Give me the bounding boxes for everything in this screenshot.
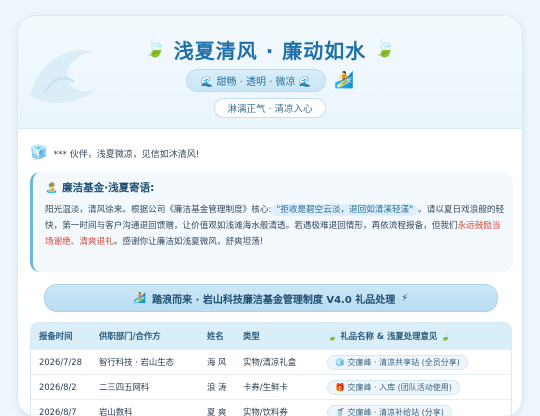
dept-cell: 岩山数科 — [91, 406, 199, 416]
gift-icon: 🥤 — [335, 408, 345, 416]
dept-cell: 二三四五网科 — [91, 381, 199, 393]
tagline-pill: 🌊 甜畅 · 透明 · 微凉 🌊 — [186, 69, 326, 92]
message-title: 🏝️ 廉洁基金·浅夏寄语: — [45, 180, 154, 195]
gift-text: 交廉峰 · 清凉补给站 (分享) — [348, 408, 444, 416]
table-row: 2026/8/7 岩山数科 夏 爽 实物/饮料券 🥤 交廉峰 · 清凉补给站 (… — [31, 399, 511, 416]
column-header: 类型 — [235, 330, 319, 342]
page-title: 浅夏清风 · 廉动如水 — [174, 35, 367, 64]
gift-cell: 🎁 交廉峰 · 入库 (团队活动使用) — [319, 380, 511, 395]
table-header: 报备时间 供职部门/合作方 姓名 类型 🍃 礼品名称 & 浅夏处理意见 🍃 — [31, 323, 511, 349]
type-cell: 卡券/生鲜卡 — [235, 381, 319, 393]
notice-card: 🍃 浅夏清风 · 廉动如水 🍃 🌊 甜畅 · 透明 · 微凉 🌊 🏄 淋漓正气 … — [18, 16, 522, 416]
gift-table: 报备时间 供职部门/合作方 姓名 类型 🍃 礼品名称 & 浅夏处理意见 🍃 20… — [30, 322, 512, 416]
name-cell: 夏 爽 — [199, 406, 235, 416]
message-text: 。感谢你让廉洁如浅夏微风，舒爽坦荡! — [114, 237, 264, 247]
ice-cube-icon: 🧊 — [30, 145, 47, 161]
leaf-icon: 🍃 — [374, 41, 395, 58]
gift-icon: 🧊 — [335, 358, 345, 367]
message-body: 阳光温淡，清风徐来。根据公司《廉洁基金管理制度》核心:"拒收是碧空云淡，退回如清… — [45, 202, 505, 250]
surfer-icon: 🏄 — [134, 293, 146, 304]
hero-header: 🍃 浅夏清风 · 廉动如水 🍃 🌊 甜畅 · 透明 · 微凉 🌊 🏄 淋漓正气 … — [18, 16, 522, 129]
gift-cell: 🧊 交廉峰 · 清凉共享站 (全员分享) — [319, 355, 511, 370]
date-cell: 2026/7/28 — [31, 357, 91, 367]
type-cell: 实物/清凉礼盒 — [235, 356, 319, 368]
message-box: 🏝️ 廉洁基金·浅夏寄语: 阳光温淡，清风徐来。根据公司《廉洁基金管理制度》核心… — [30, 172, 513, 272]
name-cell: 浪 涛 — [199, 381, 235, 393]
column-header: 🍃 礼品名称 & 浅夏处理意见 🍃 — [319, 330, 511, 342]
gift-pill: 🥤 交廉峰 · 清凉补给站 (分享) — [327, 405, 452, 416]
tagline-row: 🌊 甜畅 · 透明 · 微凉 🌊 🏄 — [18, 68, 522, 92]
surfer-icon: 🏄 — [334, 72, 354, 88]
table-row: 2026/8/2 二三四五网科 浪 涛 卡券/生鲜卡 🎁 交廉峰 · 入库 (团… — [31, 374, 511, 399]
table-row: 2026/7/28 智行科技 · 岩山生态 海 风 实物/清凉礼盒 🧊 交廉峰 … — [31, 349, 511, 374]
gift-pill: 🎁 交廉峰 · 入库 (团队活动使用) — [327, 380, 460, 395]
banner-text: 踏浪而来 · 岩山科技廉洁基金管理制度 V4.0 礼品处理 — [152, 291, 395, 306]
section-banner: 🏄 踏浪而来 · 岩山科技廉洁基金管理制度 V4.0 礼品处理 ⚡ — [44, 284, 498, 312]
title-row: 🍃 浅夏清风 · 廉动如水 🍃 — [18, 36, 522, 62]
message-text: 阳光温淡，清风徐来。根据公司《廉洁基金管理制度》核心: — [45, 205, 271, 215]
lightning-icon: ⚡ — [401, 293, 408, 304]
gift-text: 交廉峰 · 入库 (团队活动使用) — [348, 383, 452, 392]
island-icon: 🏝️ — [45, 181, 58, 194]
name-cell: 海 风 — [199, 356, 235, 368]
column-header: 姓名 — [199, 330, 235, 342]
gift-cell: 🥤 交廉峰 · 清凉补给站 (分享) — [319, 405, 511, 416]
slogan-pill: 淋漓正气 · 清凉入心 — [214, 98, 325, 118]
date-cell: 2026/8/2 — [31, 382, 91, 392]
column-header: 供职部门/合作方 — [91, 330, 199, 342]
dept-cell: 智行科技 · 岩山生态 — [91, 356, 199, 368]
column-header: 报备时间 — [31, 330, 91, 342]
greeting: 🧊 *** 伙伴，浅夏微凉，见信如沐清风! — [30, 144, 199, 162]
date-cell: 2026/8/7 — [31, 407, 91, 416]
slogan-row: 淋漓正气 · 清凉入心 — [18, 98, 522, 118]
greeting-text: *** 伙伴，浅夏微凉，见信如沐清风! — [53, 147, 199, 160]
leaf-icon: 🍃 — [145, 41, 166, 58]
type-cell: 实物/饮料券 — [235, 406, 319, 416]
message-title-text: 廉洁基金·浅夏寄语: — [62, 180, 154, 195]
gift-icon: 🎁 — [335, 383, 345, 392]
gift-pill: 🧊 交廉峰 · 清凉共享站 (全员分享) — [327, 355, 468, 370]
gift-text: 交廉峰 · 清凉共享站 (全员分享) — [348, 358, 460, 367]
policy-quote: "拒收是碧空云淡，退回如清溪轻漾" — [271, 204, 418, 216]
